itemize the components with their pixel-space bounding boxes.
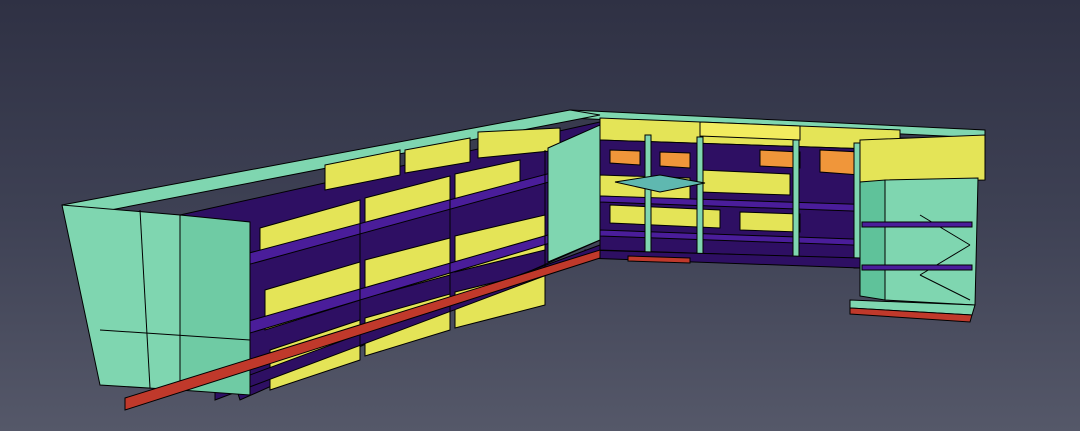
3d-viewport[interactable] [0, 0, 1080, 431]
orange-panel-1 [609, 149, 641, 166]
building-model-render[interactable] [0, 0, 1080, 431]
column-3 [792, 139, 800, 266]
end-block-side [859, 179, 886, 301]
end-block-slab-2 [861, 221, 973, 228]
column-2 [696, 136, 704, 263]
column-4 [853, 142, 861, 269]
left-wing-corner-column [547, 124, 601, 263]
orange-panel-2 [659, 151, 691, 169]
end-block-roof [859, 134, 986, 183]
end-block-slab-1 [861, 264, 973, 271]
column-1 [644, 134, 652, 261]
yellow-wall-4 [739, 211, 801, 233]
yellow-wall-2 [699, 169, 791, 196]
right-end-block [849, 134, 986, 323]
